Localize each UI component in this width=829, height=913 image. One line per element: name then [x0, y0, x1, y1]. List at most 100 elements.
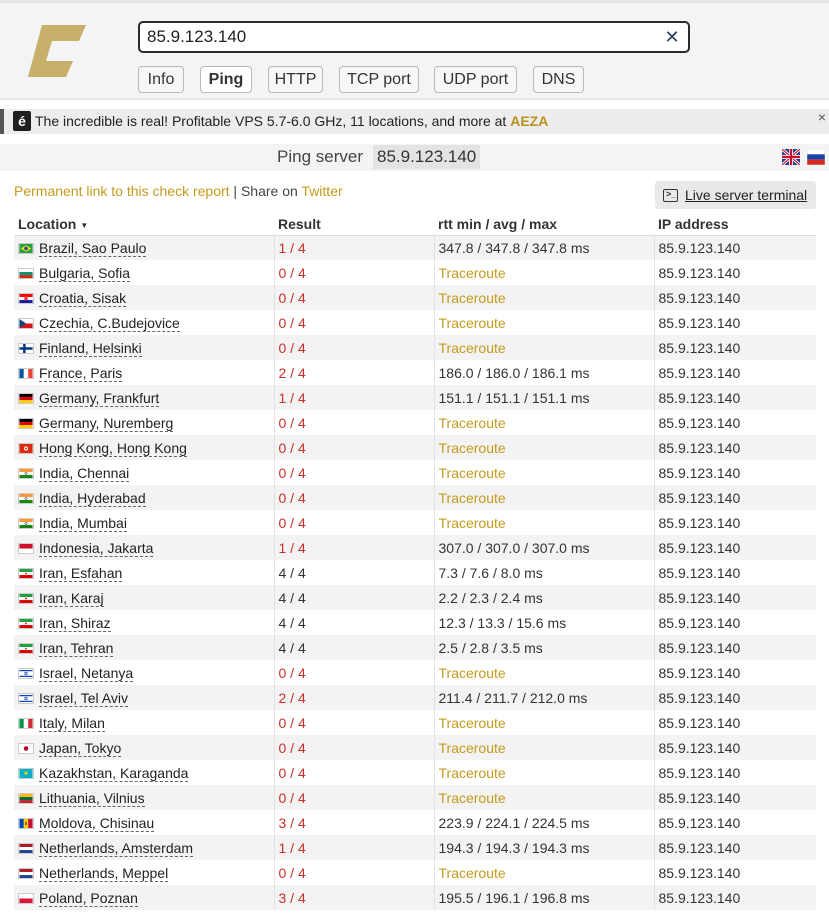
rtt-cell: Traceroute	[434, 435, 655, 460]
check-host-logo[interactable]	[26, 21, 88, 81]
traceroute-link[interactable]: Traceroute	[439, 740, 506, 756]
location-link[interactable]: Hong Kong, Hong Kong	[39, 439, 187, 457]
location-link[interactable]: Germany, Frankfurt	[39, 389, 160, 407]
result-cell: 4 / 4	[274, 585, 435, 610]
ip-address: 85.9.123.140	[658, 339, 741, 356]
promo-text[interactable]: The incredible is real! Profitable VPS 5…	[35, 113, 548, 129]
promo-brand[interactable]: AEZA	[510, 113, 548, 129]
result-value: 0 / 4	[278, 464, 306, 481]
ru-flag-icon[interactable]	[807, 149, 825, 165]
traceroute-link[interactable]: Traceroute	[439, 415, 506, 431]
traceroute-link[interactable]: Traceroute	[439, 465, 506, 481]
location-link[interactable]: India, Mumbai	[39, 514, 127, 532]
result-cell: 2 / 4	[274, 685, 435, 710]
close-icon[interactable]: ✕	[664, 27, 680, 47]
tab-udp-port[interactable]: UDP port	[434, 66, 517, 93]
traceroute-link[interactable]: Traceroute	[439, 515, 506, 531]
rtt-cell: Traceroute	[434, 335, 655, 360]
location-link[interactable]: Kazakhstan, Karaganda	[39, 764, 189, 782]
traceroute-link[interactable]: Traceroute	[439, 765, 506, 781]
location-link[interactable]: Czechia, C.Budejovice	[39, 314, 180, 332]
table-row: France, Paris 2 / 4 186.0 / 186.0 / 186.1 …	[14, 360, 816, 385]
location-link[interactable]: Iran, Tehran	[39, 639, 114, 657]
result-cell: 0 / 4	[274, 485, 435, 510]
traceroute-link[interactable]: Traceroute	[439, 340, 506, 356]
uk-flag-icon[interactable]	[782, 149, 800, 165]
close-icon[interactable]: ×	[818, 109, 826, 125]
traceroute-link[interactable]: Traceroute	[439, 715, 506, 731]
table-row: Moldova, Chisinau 3 / 4 223.9 / 224.1 / 22…	[14, 810, 816, 835]
server-host: 85.9.123.140	[373, 145, 481, 169]
sort-down-icon[interactable]: ▼	[80, 221, 88, 230]
ir-flag-icon	[18, 617, 34, 629]
tab-tcp-port[interactable]: TCP port	[339, 66, 419, 93]
table-row: Netherlands, Amsterdam 1 / 4 194.3 / 194.3…	[14, 835, 816, 860]
column-header-location[interactable]: Location ▼	[14, 213, 274, 236]
location-link[interactable]: Italy, Milan	[39, 714, 105, 732]
tab-info[interactable]: Info	[138, 66, 184, 93]
permanent-link[interactable]: Permanent link to this check report	[14, 183, 230, 199]
traceroute-link[interactable]: Traceroute	[439, 490, 506, 506]
location-link[interactable]: Lithuania, Vilnius	[39, 789, 145, 807]
location-link[interactable]: India, Chennai	[39, 464, 130, 482]
ip-cell: 85.9.123.140	[654, 610, 816, 635]
ip-cell: 85.9.123.140	[654, 435, 816, 460]
ir-flag-icon	[18, 642, 34, 654]
traceroute-link[interactable]: Traceroute	[439, 265, 506, 281]
result-value: 0 / 4	[278, 439, 306, 456]
ip-address: 85.9.123.140	[658, 564, 741, 581]
tab-http[interactable]: HTTP	[268, 66, 323, 93]
location-link[interactable]: Israel, Netanya	[39, 664, 134, 682]
traceroute-link[interactable]: Traceroute	[439, 865, 506, 881]
result-cell: 1 / 4	[274, 835, 435, 860]
location-link[interactable]: Israel, Tel Aviv	[39, 689, 128, 707]
location-link[interactable]: Finland, Helsinki	[39, 339, 142, 357]
location-link[interactable]: Indonesia, Jakarta	[39, 539, 154, 557]
result-cell: 0 / 4	[274, 735, 435, 760]
tab-dns[interactable]: DNS	[533, 66, 584, 93]
traceroute-link[interactable]: Traceroute	[439, 440, 506, 456]
location-link[interactable]: Bulgaria, Sofia	[39, 264, 131, 282]
traceroute-link[interactable]: Traceroute	[439, 315, 506, 331]
ip-cell: 85.9.123.140	[654, 585, 816, 610]
ip-address: 85.9.123.140	[658, 589, 741, 606]
in-flag-icon	[18, 467, 34, 479]
location-cell: Israel, Tel Aviv	[14, 685, 275, 710]
live-terminal-button[interactable]: >_ Live server terminal	[655, 181, 816, 209]
host-search-input[interactable]	[147, 26, 657, 48]
location-link[interactable]: Brazil, Sao Paulo	[39, 239, 147, 257]
location-link[interactable]: Netherlands, Amsterdam	[39, 839, 194, 857]
location-link[interactable]: Moldova, Chisinau	[39, 814, 155, 832]
location-link[interactable]: Iran, Shiraz	[39, 614, 111, 632]
location-link[interactable]: Iran, Karaj	[39, 589, 104, 607]
table-row: Brazil, Sao Paulo 1 / 4 347.8 / 347.8 / 34…	[14, 235, 816, 260]
location-link[interactable]: Netherlands, Meppel	[39, 864, 169, 882]
share-separator: | Share on	[229, 183, 302, 199]
ip-address: 85.9.123.140	[658, 489, 741, 506]
location-link[interactable]: Iran, Esfahan	[39, 564, 123, 582]
location-link[interactable]: India, Hyderabad	[39, 489, 146, 507]
ip-cell: 85.9.123.140	[654, 785, 816, 810]
hr-flag-icon	[18, 292, 34, 304]
rtt-cell: 223.9 / 224.1 / 224.5 ms	[434, 810, 655, 835]
result-value: 4 / 4	[278, 589, 306, 606]
promo-banner[interactable]: é The incredible is real! Profitable VPS…	[0, 109, 829, 134]
table-row: Croatia, Sisak 0 / 4 Traceroute 85.9.123.14…	[14, 285, 816, 310]
location-link[interactable]: Germany, Nuremberg	[39, 414, 174, 432]
location-cell: Brazil, Sao Paulo	[14, 235, 275, 260]
location-link[interactable]: Poland, Poznan	[39, 889, 138, 907]
traceroute-link[interactable]: Traceroute	[439, 790, 506, 806]
result-cell: 0 / 4	[274, 285, 435, 310]
location-link[interactable]: Croatia, Sisak	[39, 289, 127, 307]
traceroute-link[interactable]: Traceroute	[439, 665, 506, 681]
traceroute-link[interactable]: Traceroute	[439, 290, 506, 306]
location-link[interactable]: France, Paris	[39, 364, 123, 382]
twitter-share-link[interactable]: Twitter	[301, 183, 342, 199]
rtt-cell: Traceroute	[434, 735, 655, 760]
tab-ping[interactable]: Ping	[200, 66, 252, 93]
aeza-e-icon: é	[13, 111, 31, 131]
result-cell: 3 / 4	[274, 810, 435, 835]
ip-address: 85.9.123.140	[658, 614, 741, 631]
location-link[interactable]: Japan, Tokyo	[39, 739, 122, 757]
br-flag-icon	[18, 242, 34, 254]
